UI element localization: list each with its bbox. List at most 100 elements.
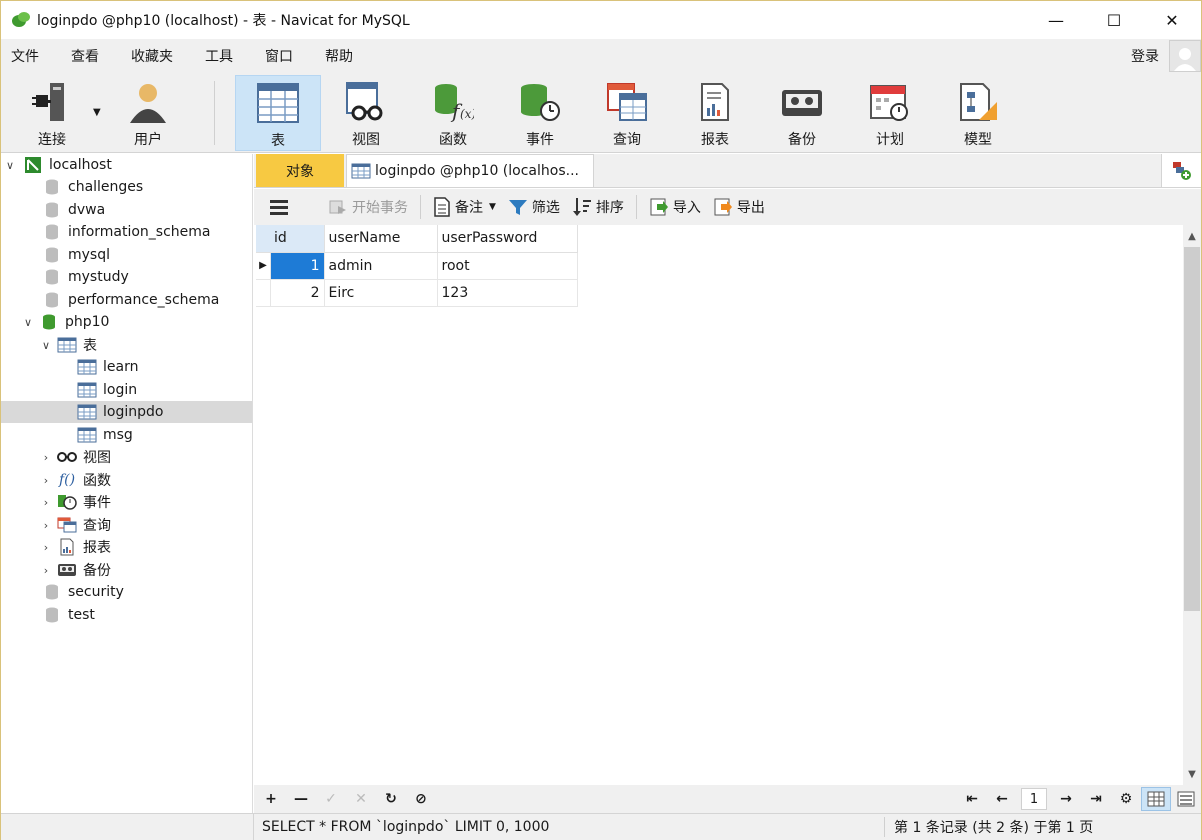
new-tab-button[interactable]	[1161, 154, 1201, 187]
sort-icon	[572, 197, 592, 217]
discard-changes-button[interactable]: ✕	[346, 787, 376, 811]
cell-id[interactable]: 1	[270, 252, 325, 280]
comment-button[interactable]: 备注 ▼	[433, 197, 496, 217]
title-bar: loginpdo @php10 (localhost) - 表 - Navica…	[1, 1, 1201, 39]
next-page-button[interactable]: →	[1051, 787, 1081, 811]
tree-db-mystudy[interactable]: mystudy	[1, 266, 252, 288]
vertical-scrollbar[interactable]: ▲ ▼	[1183, 225, 1201, 785]
tool-view[interactable]: 视图	[323, 75, 409, 151]
tree-group-queries[interactable]: › 查询	[1, 514, 252, 536]
menu-file[interactable]: 文件	[1, 46, 51, 66]
refresh-button[interactable]: ↻	[376, 787, 406, 811]
tree-table-msg[interactable]: msg	[1, 424, 252, 446]
apply-changes-button[interactable]: ✓	[316, 787, 346, 811]
add-record-button[interactable]: +	[256, 787, 286, 811]
page-number-input[interactable]: 1	[1021, 788, 1047, 810]
chevron-right-icon[interactable]: ›	[39, 451, 53, 464]
tool-function[interactable]: f(x) 函数	[410, 75, 496, 151]
tool-query[interactable]: 查询	[584, 75, 670, 151]
chevron-right-icon[interactable]: ›	[39, 564, 53, 577]
menu-help[interactable]: 帮助	[315, 46, 365, 66]
tool-user[interactable]: 用户	[105, 75, 191, 151]
tree-db-information-schema[interactable]: information_schema	[1, 221, 252, 243]
menu-view[interactable]: 查看	[61, 46, 111, 66]
export-button[interactable]: 导出	[713, 197, 765, 217]
scrollbar-thumb[interactable]	[1184, 247, 1200, 611]
database-icon	[42, 246, 62, 264]
tool-backup[interactable]: 备份	[759, 75, 845, 151]
cell-username[interactable]: Eirc	[324, 279, 438, 307]
hamburger-icon[interactable]	[270, 199, 288, 215]
scroll-up-icon[interactable]: ▲	[1183, 227, 1201, 245]
table-icon	[351, 162, 371, 180]
tree-table-login[interactable]: login	[1, 379, 252, 401]
tree-group-functions[interactable]: › f() 函数	[1, 469, 252, 491]
tree-db-php10[interactable]: ∨ php10	[1, 311, 252, 333]
menu-tools[interactable]: 工具	[195, 46, 245, 66]
tree-table-loginpdo[interactable]: loginpdo	[1, 401, 252, 423]
chevron-down-icon[interactable]: ∨	[39, 339, 53, 352]
sort-button[interactable]: 排序	[572, 197, 624, 217]
tab-objects[interactable]: 对象	[256, 154, 344, 187]
plug-icon	[29, 79, 75, 125]
import-button[interactable]: 导入	[649, 197, 701, 217]
menu-favorites[interactable]: 收藏夹	[121, 46, 185, 66]
table-row[interactable]: 2 Eirc 123	[256, 279, 578, 307]
table-row[interactable]: ▶ 1 admin root	[256, 252, 578, 280]
tree-group-views[interactable]: › 视图	[1, 446, 252, 468]
tree-db-dvwa[interactable]: dvwa	[1, 199, 252, 221]
chevron-right-icon[interactable]: ›	[39, 541, 53, 554]
column-header-userpassword[interactable]: userPassword	[437, 225, 578, 253]
tree-group-reports[interactable]: › 报表	[1, 536, 252, 558]
stop-button[interactable]: ⊘	[406, 787, 436, 811]
grid-view-button[interactable]	[1141, 787, 1171, 811]
tool-model[interactable]: 模型	[935, 75, 1021, 151]
chevron-down-icon[interactable]: ∨	[21, 316, 35, 329]
begin-transaction-button[interactable]: 开始事务	[328, 197, 408, 217]
tree-connection[interactable]: ∨ localhost	[1, 154, 252, 176]
last-page-button[interactable]: ⇥	[1081, 787, 1111, 811]
tool-schedule[interactable]: 计划	[847, 75, 933, 151]
tree-db-label: security	[68, 584, 124, 600]
gear-icon[interactable]: ⚙	[1111, 787, 1141, 811]
caret-down-icon[interactable]: ▼	[489, 202, 496, 212]
maximize-button[interactable]: ☐	[1085, 1, 1143, 39]
filter-button[interactable]: 筛选	[508, 197, 560, 217]
cell-username[interactable]: admin	[324, 252, 438, 280]
tree-db-test[interactable]: test	[1, 604, 252, 626]
tool-connect[interactable]: 连接	[9, 75, 95, 151]
tree-db-security[interactable]: security	[1, 581, 252, 603]
minimize-button[interactable]: —	[1027, 1, 1085, 39]
tree-group-events[interactable]: › 事件	[1, 491, 252, 513]
tool-table[interactable]: 表	[235, 75, 321, 151]
cell-userpassword[interactable]: root	[437, 252, 578, 280]
scroll-down-icon[interactable]: ▼	[1183, 765, 1201, 783]
tree-group-backups[interactable]: › 备份	[1, 559, 252, 581]
form-view-button[interactable]	[1171, 787, 1201, 811]
chevron-right-icon[interactable]: ›	[39, 474, 53, 487]
tree-db-performance-schema[interactable]: performance_schema	[1, 289, 252, 311]
tree-table-learn[interactable]: learn	[1, 356, 252, 378]
delete-record-button[interactable]: —	[286, 787, 316, 811]
tool-event[interactable]: 事件	[497, 75, 583, 151]
tree-db-challenges[interactable]: challenges	[1, 176, 252, 198]
avatar-icon[interactable]	[1169, 40, 1201, 72]
status-bar: SELECT * FROM `loginpdo` LIMIT 0, 1000 第…	[254, 813, 1201, 840]
chevron-right-icon[interactable]: ›	[39, 519, 53, 532]
connect-dropdown-icon[interactable]: ▼	[93, 107, 101, 118]
chevron-down-icon[interactable]: ∨	[3, 159, 17, 172]
column-header-id[interactable]: id	[256, 225, 325, 253]
previous-page-button[interactable]: ←	[987, 787, 1017, 811]
column-header-username[interactable]: userName	[324, 225, 438, 253]
tree-db-mysql[interactable]: mysql	[1, 244, 252, 266]
menu-window[interactable]: 窗口	[255, 46, 305, 66]
tool-report[interactable]: 报表	[672, 75, 758, 151]
tree-group-tables[interactable]: ∨ 表	[1, 334, 252, 356]
cell-userpassword[interactable]: 123	[437, 279, 578, 307]
chevron-right-icon[interactable]: ›	[39, 496, 53, 509]
first-page-button[interactable]: ⇤	[957, 787, 987, 811]
cell-id[interactable]: 2	[270, 279, 325, 307]
login-link[interactable]: 登录	[1131, 46, 1159, 66]
close-button[interactable]: ✕	[1143, 1, 1201, 39]
tab-loginpdo[interactable]: loginpdo @php10 (localhos...	[346, 154, 594, 187]
